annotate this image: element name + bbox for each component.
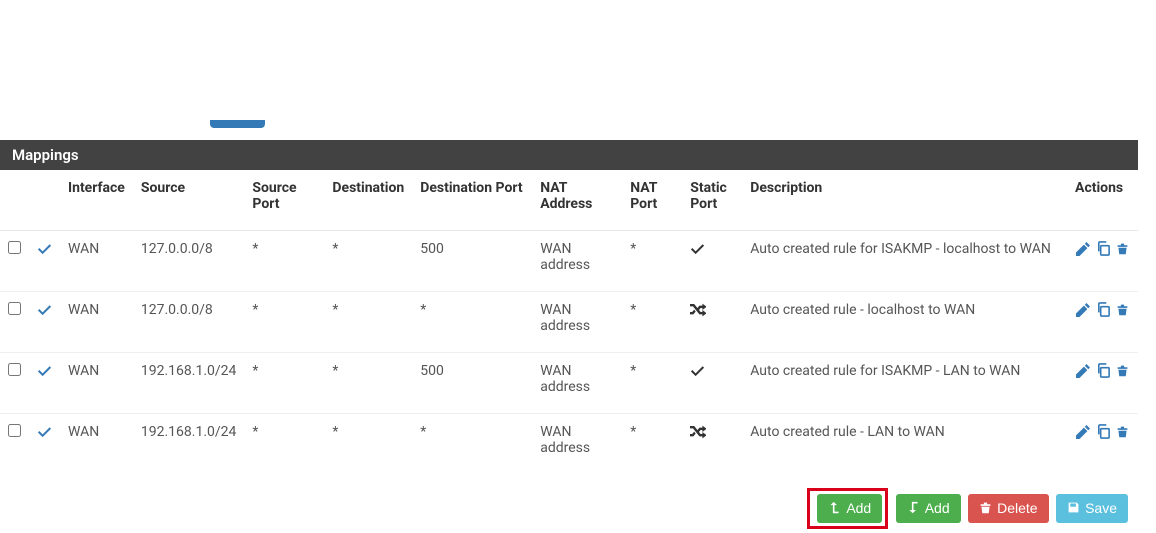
delete-row-icon[interactable] bbox=[1116, 364, 1129, 381]
cell-interface: WAN bbox=[60, 414, 133, 475]
col-interface: Interface bbox=[60, 170, 133, 231]
cell-interface: WAN bbox=[60, 231, 133, 292]
col-actions: Actions bbox=[1067, 170, 1138, 231]
cell-interface: WAN bbox=[60, 353, 133, 414]
level-up-icon bbox=[828, 501, 841, 517]
add-top-button[interactable]: Add bbox=[817, 494, 882, 523]
table-row: WAN 127.0.0.0/8 * * 500 WAN address * Au… bbox=[0, 231, 1138, 292]
cell-destination: * bbox=[324, 292, 412, 353]
cell-destination-port: * bbox=[412, 292, 532, 353]
panel-title: Mappings bbox=[0, 140, 1138, 170]
col-static-port: Static Port bbox=[682, 170, 742, 231]
row-checkbox[interactable] bbox=[8, 302, 21, 315]
cell-nat-address: WAN address bbox=[532, 231, 622, 292]
cell-source: 192.168.1.0/24 bbox=[133, 353, 245, 414]
table-row: WAN 192.168.1.0/24 * * 500 WAN address *… bbox=[0, 353, 1138, 414]
col-nat-address: NAT Address bbox=[532, 170, 622, 231]
cell-source-port: * bbox=[244, 292, 324, 353]
cell-description: Auto created rule - LAN to WAN bbox=[742, 414, 1067, 475]
cell-description: Auto created rule for ISAKMP - LAN to WA… bbox=[742, 353, 1067, 414]
enabled-check-icon[interactable] bbox=[37, 363, 52, 382]
cell-source: 127.0.0.0/8 bbox=[133, 292, 245, 353]
button-row: Add Add Delete Save bbox=[0, 474, 1138, 533]
random-icon bbox=[690, 424, 706, 444]
copy-icon[interactable] bbox=[1096, 241, 1111, 260]
check-icon bbox=[690, 241, 705, 260]
cell-nat-address: WAN address bbox=[532, 353, 622, 414]
cell-destination-port: 500 bbox=[412, 231, 532, 292]
cell-source: 192.168.1.0/24 bbox=[133, 414, 245, 475]
active-tab-indicator bbox=[210, 120, 265, 128]
level-down-icon bbox=[907, 501, 920, 517]
cell-static-port bbox=[682, 292, 742, 353]
delete-button[interactable]: Delete bbox=[968, 494, 1048, 523]
mappings-table: Interface Source Source Port Destination… bbox=[0, 170, 1138, 474]
delete-row-icon[interactable] bbox=[1116, 425, 1129, 442]
col-destination: Destination bbox=[324, 170, 412, 231]
col-destination-port: Destination Port bbox=[412, 170, 532, 231]
cell-description: Auto created rule - localhost to WAN bbox=[742, 292, 1067, 353]
cell-interface: WAN bbox=[60, 292, 133, 353]
add-top-label: Add bbox=[846, 500, 871, 516]
mappings-panel: Mappings Interface Source Source Port De… bbox=[0, 140, 1138, 474]
cell-destination-port: * bbox=[412, 414, 532, 475]
cell-nat-port: * bbox=[622, 353, 682, 414]
cell-static-port bbox=[682, 353, 742, 414]
edit-icon[interactable] bbox=[1076, 242, 1090, 260]
copy-icon[interactable] bbox=[1096, 302, 1111, 321]
check-icon bbox=[690, 363, 705, 382]
cell-destination: * bbox=[324, 231, 412, 292]
trash-icon bbox=[979, 501, 992, 517]
delete-row-icon[interactable] bbox=[1116, 303, 1129, 320]
col-nat-port: NAT Port bbox=[622, 170, 682, 231]
cell-destination: * bbox=[324, 353, 412, 414]
enabled-check-icon[interactable] bbox=[37, 302, 52, 321]
cell-nat-port: * bbox=[622, 292, 682, 353]
col-description: Description bbox=[742, 170, 1067, 231]
cell-description: Auto created rule for ISAKMP - localhost… bbox=[742, 231, 1067, 292]
cell-nat-address: WAN address bbox=[532, 292, 622, 353]
delete-row-icon[interactable] bbox=[1116, 242, 1129, 259]
row-checkbox[interactable] bbox=[8, 424, 21, 437]
table-row: WAN 192.168.1.0/24 * * * WAN address * A… bbox=[0, 414, 1138, 475]
copy-icon[interactable] bbox=[1096, 424, 1111, 443]
edit-icon[interactable] bbox=[1076, 425, 1090, 443]
cell-nat-address: WAN address bbox=[532, 414, 622, 475]
save-label: Save bbox=[1085, 500, 1117, 516]
cell-static-port bbox=[682, 414, 742, 475]
add-bottom-label: Add bbox=[925, 500, 950, 516]
row-checkbox[interactable] bbox=[8, 363, 21, 376]
table-row: WAN 127.0.0.0/8 * * * WAN address * Auto… bbox=[0, 292, 1138, 353]
cell-nat-port: * bbox=[622, 231, 682, 292]
row-checkbox[interactable] bbox=[8, 241, 21, 254]
edit-icon[interactable] bbox=[1076, 303, 1090, 321]
cell-source-port: * bbox=[244, 353, 324, 414]
cell-static-port bbox=[682, 231, 742, 292]
copy-icon[interactable] bbox=[1096, 363, 1111, 382]
add-bottom-button[interactable]: Add bbox=[896, 494, 961, 523]
random-icon bbox=[690, 302, 706, 322]
cell-source-port: * bbox=[244, 231, 324, 292]
col-source: Source bbox=[133, 170, 245, 231]
cell-source: 127.0.0.0/8 bbox=[133, 231, 245, 292]
delete-label: Delete bbox=[997, 500, 1037, 516]
highlight-box: Add bbox=[807, 488, 888, 529]
edit-icon[interactable] bbox=[1076, 364, 1090, 382]
cell-destination-port: 500 bbox=[412, 353, 532, 414]
enabled-check-icon[interactable] bbox=[37, 424, 52, 443]
save-button[interactable]: Save bbox=[1056, 494, 1128, 523]
col-source-port: Source Port bbox=[244, 170, 324, 231]
cell-destination: * bbox=[324, 414, 412, 475]
enabled-check-icon[interactable] bbox=[37, 241, 52, 260]
cell-nat-port: * bbox=[622, 414, 682, 475]
save-icon bbox=[1067, 501, 1080, 517]
cell-source-port: * bbox=[244, 414, 324, 475]
